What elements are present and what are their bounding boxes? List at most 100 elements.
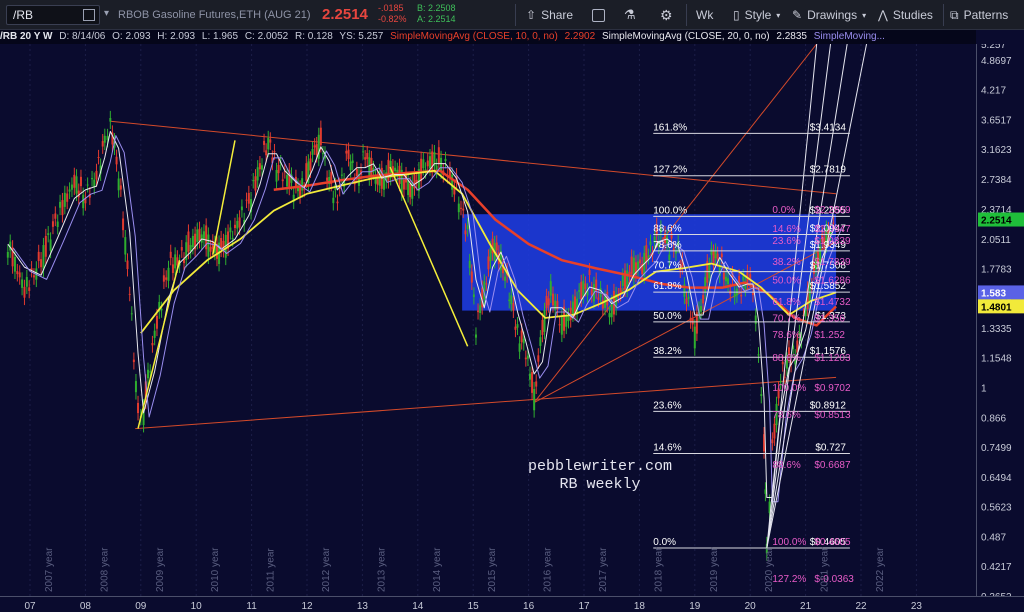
candle-body — [16, 271, 19, 275]
price-tick: 2.7384 — [981, 175, 1012, 186]
candle-body — [233, 224, 236, 229]
bid-ask-block: B: 2.2508 A: 2.2514 — [417, 3, 456, 25]
snapshot-button[interactable] — [592, 5, 605, 25]
candle-body — [238, 217, 241, 228]
ask-value: A: 2.2514 — [417, 14, 456, 24]
candle-body — [189, 245, 192, 252]
candle-body — [103, 135, 106, 143]
candle-body — [28, 287, 31, 291]
candle-body — [349, 161, 352, 171]
chevron-down-icon: ▾ — [776, 10, 781, 20]
price-axis[interactable]: 5.2574.86974.2173.65173.16232.73842.3714… — [976, 44, 1024, 596]
gear-icon: ⚙ — [660, 6, 673, 23]
candle-body — [751, 292, 754, 295]
candle-body — [383, 177, 386, 190]
studies-button[interactable]: ⋀ Studies — [878, 5, 933, 25]
candle-body — [124, 237, 127, 255]
price-tick: 0.4217 — [981, 562, 1012, 573]
price-tick: 0.6494 — [981, 473, 1012, 484]
candle-body — [326, 177, 329, 181]
year-label: 2020 year — [764, 547, 775, 592]
candle-body — [722, 272, 725, 280]
candle-body — [66, 193, 69, 202]
symbol-input[interactable]: /RB — [6, 5, 100, 25]
sma10-label[interactable]: SimpleMovingAvg (CLOSE, 10, 0, no) — [390, 31, 558, 42]
candle-body — [545, 295, 548, 309]
style-button[interactable]: ▯ Style ▾ — [733, 5, 780, 25]
candle-body — [115, 156, 118, 165]
fib-right-price-label: $1.7839 — [814, 257, 851, 268]
candle-body — [263, 140, 266, 145]
year-label: 2015 year — [487, 547, 498, 592]
candle-body — [702, 295, 705, 304]
legend-high: H: 2.093 — [157, 31, 196, 42]
year-label: 2007 year — [44, 547, 55, 592]
candle-body — [51, 221, 54, 227]
price-tick: 0.7499 — [981, 443, 1012, 454]
candle-body — [420, 158, 423, 182]
settings-button[interactable]: ⚙ — [660, 5, 673, 25]
candle-body — [757, 354, 760, 356]
legend-low: L: 1.965 — [201, 31, 239, 42]
time-tick: 12 — [301, 601, 313, 612]
price-chart[interactable]: 161.8% $3.4134127.2% $2.7819100.0% $2.28558… — [0, 44, 976, 596]
fib-right-price-label: $0.6687 — [814, 460, 851, 471]
share-button[interactable]: ⇧ Share — [526, 5, 573, 25]
sma20-value: 2.2835 — [776, 31, 807, 42]
candle-body — [440, 157, 443, 172]
candle-body — [362, 151, 365, 153]
candle-body — [347, 149, 350, 160]
camera-icon — [592, 8, 605, 22]
candle-body — [13, 257, 16, 272]
candle-body — [258, 163, 261, 170]
year-label: 2012 year — [321, 547, 332, 592]
candle-body — [468, 260, 471, 268]
candle-body — [162, 275, 165, 282]
candle-body — [301, 178, 304, 191]
fib-right-level-label: 88.6% — [772, 460, 800, 471]
candle-body — [628, 272, 631, 275]
candle-body — [462, 208, 465, 211]
candle-body — [21, 279, 24, 288]
time-tick: 23 — [911, 601, 923, 612]
year-label: 2013 year — [376, 547, 387, 592]
sma3-label[interactable]: SimpleMoving... — [814, 31, 885, 42]
legend-symbol: /RB 20 Y W — [0, 31, 53, 42]
patterns-button[interactable]: ⧉ Patterns — [950, 5, 1008, 25]
candle-body — [464, 230, 467, 235]
candle-body — [167, 267, 170, 281]
time-axis[interactable]: 07 08 09 10 11 12 13 14 15 16 17 18 19 20 21 22 23 — [0, 596, 1024, 612]
candle-body — [165, 277, 168, 280]
flask-button[interactable]: ⚗ — [624, 5, 636, 25]
candle-body — [23, 286, 26, 298]
symbol-lookup-icon[interactable] — [83, 9, 95, 21]
candle-body — [18, 272, 21, 278]
candle-body — [524, 357, 527, 360]
year-label: 2019 year — [709, 547, 720, 592]
candle-body — [126, 260, 129, 270]
candle-body — [773, 423, 776, 439]
candle-body — [132, 359, 135, 363]
candle-body — [202, 231, 205, 240]
candle-body — [336, 201, 339, 204]
fib-price-label: $0.727 — [815, 442, 846, 453]
fib-right-level-label: 70.7% — [772, 313, 800, 324]
candle-body — [444, 158, 447, 162]
candle-body — [366, 153, 369, 159]
patterns-label: Patterns — [963, 8, 1009, 22]
candle-body — [169, 251, 172, 258]
drawings-button[interactable]: ✎ Drawings ▾ — [792, 5, 866, 25]
dropdown-icon[interactable]: ▾ — [104, 8, 109, 19]
candle-body — [588, 270, 591, 276]
candle-body — [277, 164, 280, 174]
candle-body — [742, 276, 745, 281]
price-tick: 1.7783 — [981, 264, 1012, 275]
candle-body — [151, 342, 154, 346]
legend-ys: YS: 5.257 — [339, 31, 384, 42]
fib-level-label: 50.0% — [653, 311, 681, 322]
interval-button[interactable]: Wk — [696, 5, 713, 25]
fib-level-label: 14.6% — [653, 442, 681, 453]
candle-body — [299, 187, 302, 197]
sma20-label[interactable]: SimpleMovingAvg (CLOSE, 20, 0, no) — [602, 31, 770, 42]
candle-body — [472, 294, 475, 298]
